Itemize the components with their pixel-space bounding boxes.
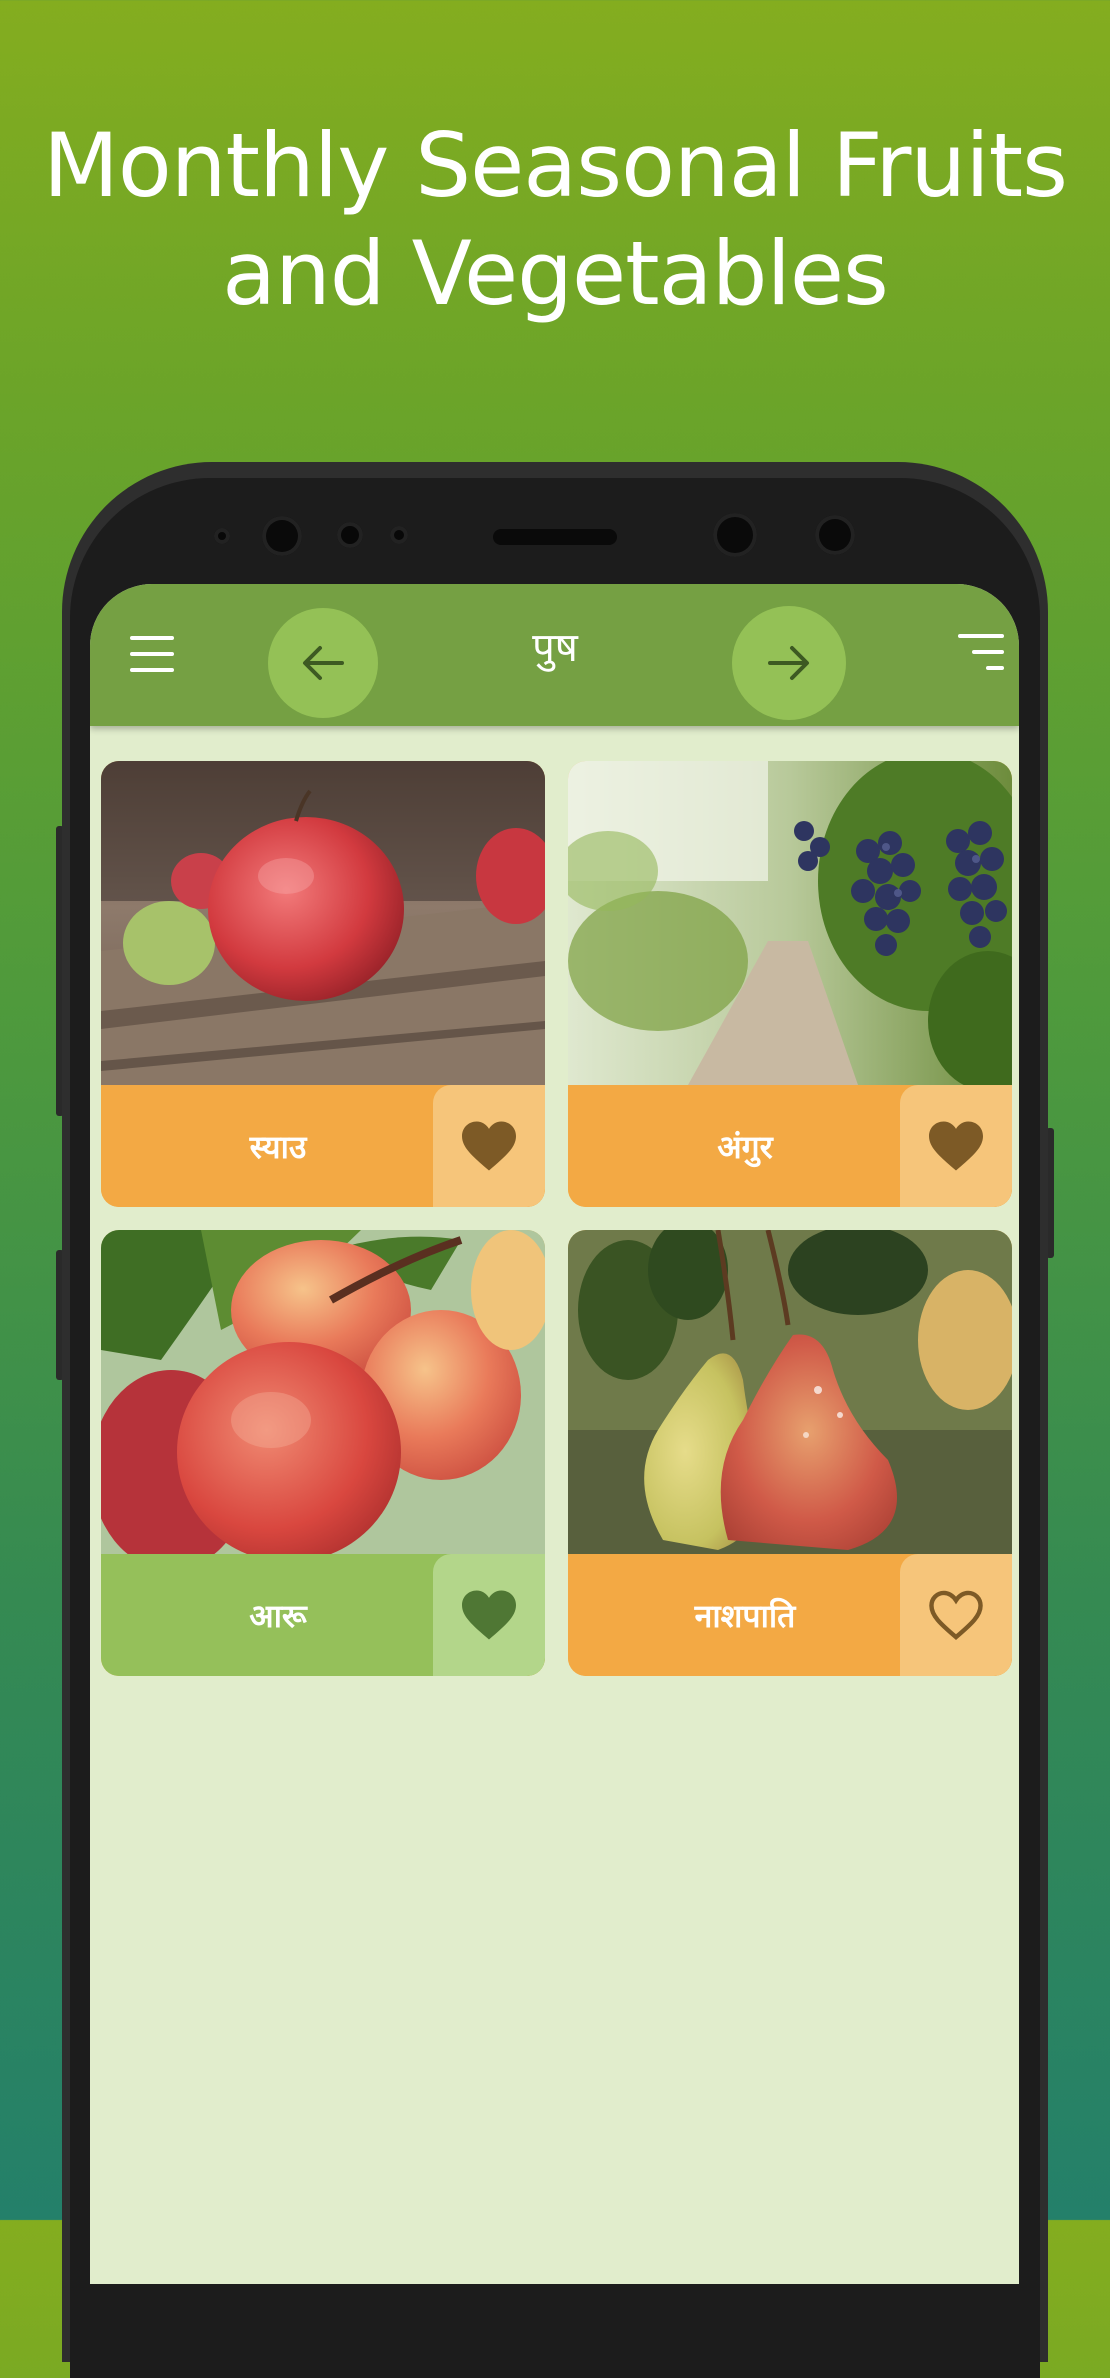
sensor-dot	[390, 526, 408, 544]
previous-month-button[interactable]	[268, 608, 378, 718]
fruit-name: नाशपाति	[694, 1596, 796, 1635]
favorite-toggle[interactable]	[900, 1085, 1012, 1207]
heart-outline-icon	[929, 1590, 983, 1640]
month-title: पुष	[532, 625, 578, 671]
sensor-camera	[815, 515, 855, 555]
sensor-dot	[337, 522, 363, 548]
favorite-toggle[interactable]	[900, 1554, 1012, 1676]
app-screen: पुष स्याउ अंगुर आरू नाशपाति	[90, 584, 1019, 2284]
earpiece-speaker	[493, 529, 617, 545]
promo-headline: Monthly Seasonal Fruits and Vegetables	[0, 112, 1110, 328]
headline-line-2: and Vegetables	[222, 222, 889, 325]
menu-icon[interactable]	[130, 634, 174, 674]
sort-icon[interactable]	[958, 632, 1008, 672]
app-bar: पुष	[90, 584, 1019, 726]
favorite-toggle[interactable]	[433, 1554, 545, 1676]
pear-photo	[568, 1230, 1012, 1554]
favorite-toggle[interactable]	[433, 1085, 545, 1207]
fruit-name: आरू	[249, 1596, 307, 1635]
peach-photo	[101, 1230, 545, 1554]
fruit-name: अंगुर	[717, 1127, 773, 1166]
front-camera-icon	[713, 513, 757, 557]
sensor-dot	[214, 528, 230, 544]
fruit-card-apple[interactable]: स्याउ	[101, 761, 545, 1207]
fruit-name: स्याउ	[249, 1127, 307, 1166]
fruit-card-pear[interactable]: नाशपाति	[568, 1230, 1012, 1676]
arrow-right-icon	[768, 646, 809, 680]
apple-photo	[101, 761, 545, 1085]
headline-line-1: Monthly Seasonal Fruits	[42, 114, 1068, 217]
front-camera-icon	[262, 516, 302, 556]
grapes-photo	[568, 761, 1012, 1085]
heart-filled-icon	[462, 1590, 516, 1640]
fruit-card-peach[interactable]: आरू	[101, 1230, 545, 1676]
arrow-left-icon	[303, 646, 344, 680]
next-month-button[interactable]	[732, 606, 846, 720]
fruit-card-grapes[interactable]: अंगुर	[568, 761, 1012, 1207]
heart-filled-icon	[929, 1121, 983, 1171]
heart-filled-icon	[462, 1121, 516, 1171]
